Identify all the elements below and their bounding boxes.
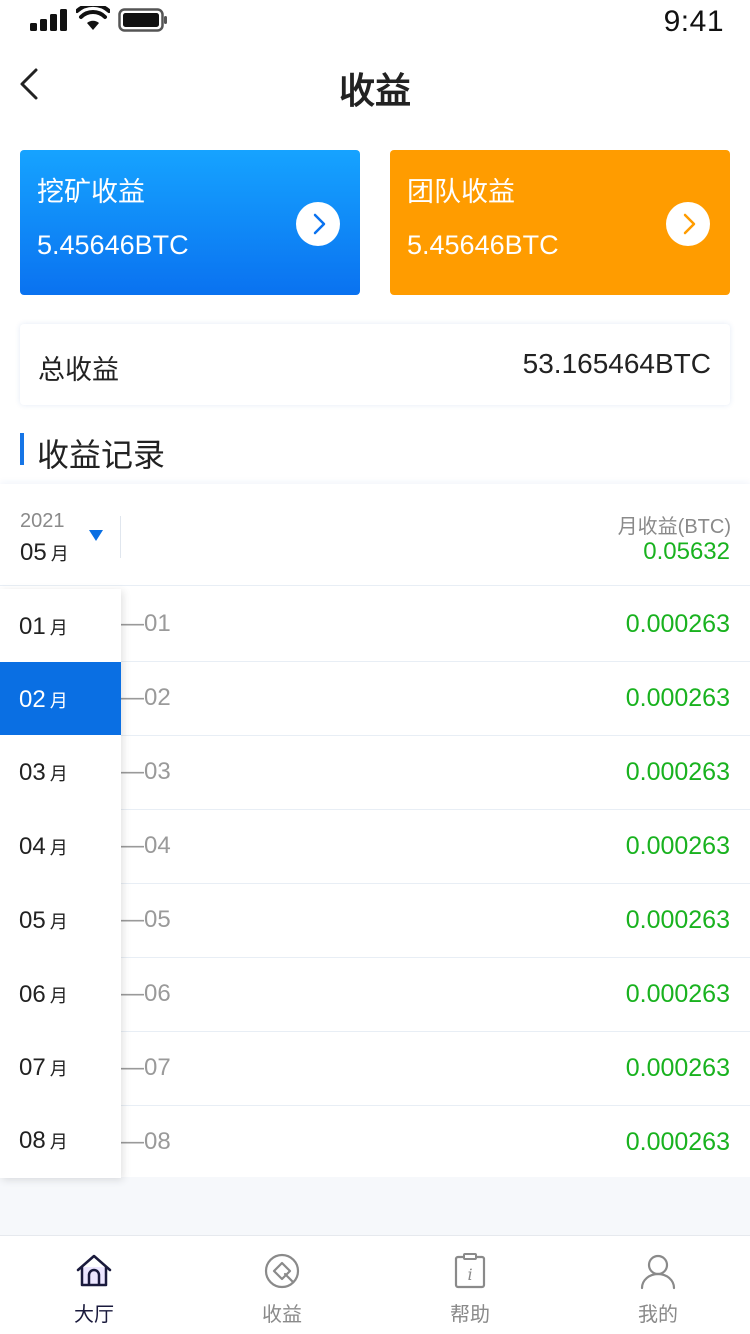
wifi-icon bbox=[76, 6, 110, 30]
tab-lobby[interactable]: 大厅 bbox=[0, 1236, 188, 1334]
record-value: 0.000263 bbox=[625, 906, 730, 934]
chevron-right-icon bbox=[313, 213, 326, 235]
nav-bar: 收益 bbox=[0, 44, 750, 128]
filter-year: 2021 bbox=[20, 510, 65, 532]
tab-label: 我的 bbox=[638, 1304, 678, 1326]
mining-detail-button[interactable] bbox=[296, 202, 340, 246]
month-option-unit: 月 bbox=[49, 764, 68, 784]
month-option-value: 05 bbox=[19, 907, 46, 934]
month-selector[interactable]: 05 月 bbox=[20, 539, 69, 567]
record-value: 0.000263 bbox=[625, 684, 730, 712]
month-option-05[interactable]: 05 月 bbox=[0, 883, 121, 956]
month-option-04[interactable]: 04 月 bbox=[0, 809, 121, 882]
month-option-value: 04 bbox=[19, 833, 46, 860]
filter-divider bbox=[120, 516, 121, 558]
month-option-value: 02 bbox=[19, 686, 46, 713]
profile-icon bbox=[640, 1254, 676, 1290]
section-title: 收益记录 bbox=[37, 437, 166, 473]
tab-profile[interactable]: 我的 bbox=[564, 1236, 750, 1334]
month-option-unit: 月 bbox=[49, 691, 68, 711]
dropdown-triangle-icon[interactable] bbox=[89, 530, 103, 542]
record-date: —07 bbox=[120, 1054, 171, 1081]
selected-month: 05 bbox=[20, 539, 47, 566]
status-bar: 9:41 bbox=[0, 0, 750, 44]
month-option-01[interactable]: 01 月 bbox=[0, 589, 121, 662]
home-icon bbox=[76, 1254, 112, 1287]
record-value: 0.000263 bbox=[625, 1054, 730, 1082]
month-income-value: 0.05632 bbox=[643, 538, 730, 565]
record-date: —03 bbox=[120, 758, 171, 785]
month-option-unit: 月 bbox=[49, 986, 68, 1006]
month-dropdown: 01 月 02 月 03 月 04 月 05 月 06 月 07 月 08 月 bbox=[0, 589, 121, 1178]
section-accent-bar bbox=[20, 433, 24, 465]
month-income-label: 月收益(BTC) bbox=[617, 516, 731, 538]
record-value: 0.000263 bbox=[625, 610, 730, 638]
team-income-card[interactable]: 团队收益 5.45646BTC bbox=[390, 150, 730, 295]
month-option-unit: 月 bbox=[49, 618, 68, 638]
status-time: 9:41 bbox=[663, 5, 724, 38]
tab-help[interactable]: i 帮助 bbox=[376, 1236, 564, 1334]
record-date: —01 bbox=[120, 610, 171, 637]
month-option-value: 06 bbox=[19, 981, 46, 1008]
record-date: —02 bbox=[120, 684, 171, 711]
month-option-03[interactable]: 03 月 bbox=[0, 735, 121, 808]
help-icon: i bbox=[454, 1253, 486, 1289]
record-date: —04 bbox=[120, 832, 171, 859]
mining-income-card[interactable]: 挖矿收益 5.45646BTC bbox=[20, 150, 360, 295]
month-option-unit: 月 bbox=[49, 1132, 68, 1152]
svg-text:i: i bbox=[467, 1265, 472, 1284]
month-option-value: 07 bbox=[19, 1054, 46, 1081]
month-option-value: 03 bbox=[19, 759, 46, 786]
month-filter-row: 2021 05 月 月收益(BTC) 0.05632 bbox=[0, 484, 750, 586]
team-income-value: 5.45646BTC bbox=[407, 230, 559, 260]
record-date: —06 bbox=[120, 980, 171, 1007]
month-option-unit: 月 bbox=[49, 1059, 68, 1079]
record-value: 0.000263 bbox=[625, 832, 730, 860]
month-option-08[interactable]: 08 月 bbox=[0, 1103, 121, 1176]
total-income-label: 总收益 bbox=[38, 355, 119, 385]
chevron-right-icon bbox=[683, 213, 696, 235]
earnings-icon bbox=[264, 1253, 300, 1289]
tab-earnings[interactable]: 收益 bbox=[188, 1236, 376, 1334]
record-date: —08 bbox=[120, 1128, 171, 1155]
tab-label: 收益 bbox=[262, 1304, 302, 1326]
page-title: 收益 bbox=[338, 70, 411, 111]
record-date: —05 bbox=[120, 906, 171, 933]
month-option-06[interactable]: 06 月 bbox=[0, 957, 121, 1030]
content-bottom-spacer bbox=[0, 1177, 750, 1235]
team-detail-button[interactable] bbox=[666, 202, 710, 246]
record-value: 0.000263 bbox=[625, 980, 730, 1008]
record-value: 0.000263 bbox=[625, 1128, 730, 1156]
month-option-02[interactable]: 02 月 bbox=[0, 662, 121, 735]
month-option-value: 08 bbox=[19, 1127, 46, 1154]
mining-income-label: 挖矿收益 bbox=[37, 177, 145, 207]
month-option-unit: 月 bbox=[49, 912, 68, 932]
signal-icon bbox=[30, 9, 70, 31]
total-income-value: 53.165464BTC bbox=[522, 348, 711, 379]
month-option-value: 01 bbox=[19, 613, 46, 640]
record-value: 0.000263 bbox=[625, 758, 730, 786]
total-income-card: 总收益 53.165464BTC bbox=[20, 324, 730, 405]
month-option-unit: 月 bbox=[49, 838, 68, 858]
team-income-label: 团队收益 bbox=[407, 177, 515, 207]
tab-label: 大厅 bbox=[74, 1304, 114, 1326]
tab-bar: 大厅 收益 i 帮助 我的 bbox=[0, 1235, 750, 1334]
month-unit: 月 bbox=[50, 544, 69, 564]
battery-icon bbox=[118, 8, 167, 32]
mining-income-value: 5.45646BTC bbox=[37, 230, 189, 260]
tab-label: 帮助 bbox=[450, 1304, 490, 1326]
month-option-07[interactable]: 07 月 bbox=[0, 1030, 121, 1103]
